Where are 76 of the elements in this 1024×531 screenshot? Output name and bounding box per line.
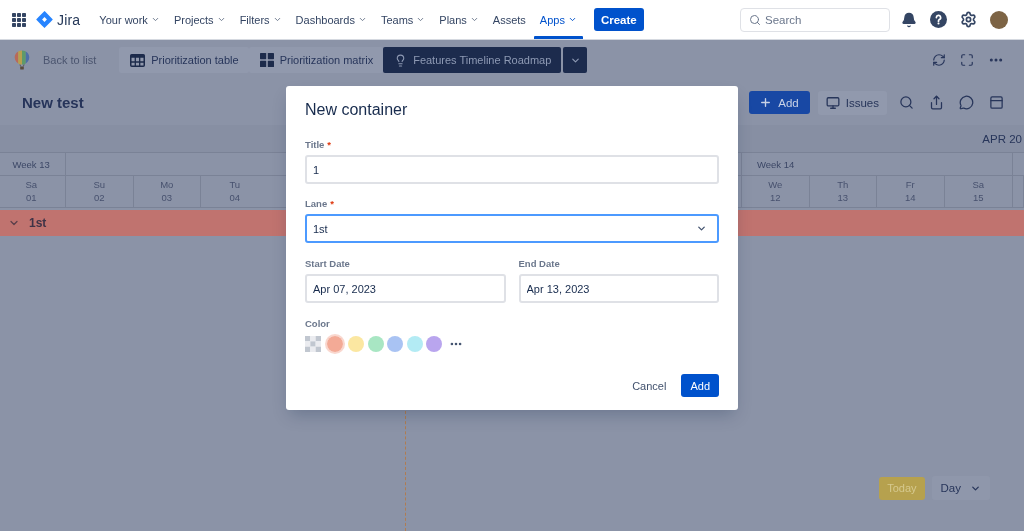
field-label: Lane * — [305, 198, 335, 210]
color-swatch-icon[interactable] — [426, 336, 442, 352]
date-input[interactable]: Apr 07, 2023 — [305, 274, 506, 303]
app-grid-icon[interactable] — [12, 12, 26, 27]
nav-menu-item[interactable]: Projects — [166, 0, 233, 39]
logo-icon[interactable] — [36, 11, 53, 28]
week-header-cell: Week 14 — [742, 152, 1013, 176]
search-icon — [749, 13, 761, 26]
chevron-down-icon — [416, 15, 426, 24]
chevron-down-icon — [567, 15, 577, 24]
color-swatch-icon[interactable] — [324, 334, 345, 354]
bell-icon[interactable] — [901, 11, 917, 28]
week-header-cell: Week 13 — [0, 152, 66, 176]
lane-title: 1st — [29, 216, 47, 230]
grid-icon — [259, 53, 274, 67]
search-field[interactable]: Search — [740, 7, 890, 32]
product-name[interactable]: Jira — [57, 11, 81, 28]
day-header-cell: Fr 14 — [877, 176, 945, 207]
chevron-down-icon — [357, 15, 367, 24]
view-tab[interactable]: Prioritization table — [119, 47, 249, 73]
transparent-swatch-icon[interactable] — [305, 336, 321, 352]
nav-menu-item[interactable]: Plans — [432, 0, 486, 39]
monitor-icon — [825, 95, 840, 110]
cancel-button[interactable]: Cancel — [626, 374, 673, 397]
field-label: End Date — [518, 258, 561, 270]
day-header-cell-text: Sa 15 — [971, 178, 986, 205]
nav-menu-item[interactable]: Dashboards — [288, 0, 374, 39]
color-swatch-icon[interactable] — [406, 336, 423, 352]
issues-button[interactable]: Issues — [817, 90, 887, 115]
create-button[interactable]: Create — [593, 8, 644, 31]
day-header-cell-text: Sa 01 — [24, 178, 39, 205]
chevron-down-icon — [272, 15, 282, 24]
day-header-cell: Mo 03 — [133, 176, 201, 207]
submit-button[interactable]: Add — [681, 374, 719, 397]
refresh-icon[interactable] — [932, 53, 946, 67]
table-icon — [130, 53, 146, 67]
chevron-down-icon — [696, 223, 707, 234]
day-header-cell-text: Tu 04 — [228, 178, 242, 205]
view-menu-button[interactable] — [563, 47, 588, 73]
day-header-cell: Th 13 — [809, 176, 877, 207]
month-label: APR 20 — [982, 132, 1022, 145]
share-icon[interactable] — [929, 95, 944, 110]
chevron-down-icon — [150, 15, 160, 24]
comment-icon[interactable] — [959, 95, 974, 110]
panel-icon[interactable] — [989, 95, 1004, 110]
avatar-icon[interactable] — [990, 10, 1008, 29]
search-icon[interactable] — [899, 95, 914, 110]
scale-dropdown[interactable]: Day — [931, 476, 990, 500]
field-label: Title * — [305, 139, 333, 151]
color-swatch-icon[interactable] — [367, 336, 384, 352]
modal-title: New container — [305, 100, 409, 120]
chevron-down-icon — [469, 15, 479, 24]
view-tab[interactable]: Prioritization matrix — [248, 47, 384, 73]
date-input[interactable]: Apr 13, 2023 — [518, 274, 719, 303]
text-input[interactable]: 1 — [305, 155, 719, 184]
fullscreen-icon[interactable] — [960, 53, 974, 67]
field-label: Start Date — [305, 258, 351, 270]
nav-menu-item[interactable]: Filters — [232, 0, 289, 39]
hot-air-balloon-icon — [14, 50, 30, 70]
chevron-down-icon — [216, 15, 226, 24]
help-icon[interactable] — [930, 11, 947, 28]
plus-icon — [759, 96, 773, 109]
settings-icon[interactable] — [960, 11, 977, 28]
nav-menu-item[interactable]: Apps — [532, 0, 584, 39]
color-swatch-icon[interactable] — [387, 336, 403, 352]
add-button[interactable]: Add — [749, 91, 810, 114]
nav-menu-item[interactable]: Teams — [373, 0, 433, 39]
color-swatch-icon[interactable] — [348, 336, 364, 352]
day-header-cell: Su 02 — [66, 176, 134, 207]
nav-menu-item[interactable]: Assets — [485, 0, 533, 39]
field-label: Color — [305, 318, 331, 330]
day-header-cell: We 12 — [742, 176, 810, 207]
select-field[interactable]: 1st — [305, 214, 719, 243]
nav-menu-item[interactable]: Your work — [92, 0, 167, 39]
view-tab[interactable]: Features Timeline Roadmap — [383, 47, 562, 73]
page-title: New test — [22, 94, 84, 111]
